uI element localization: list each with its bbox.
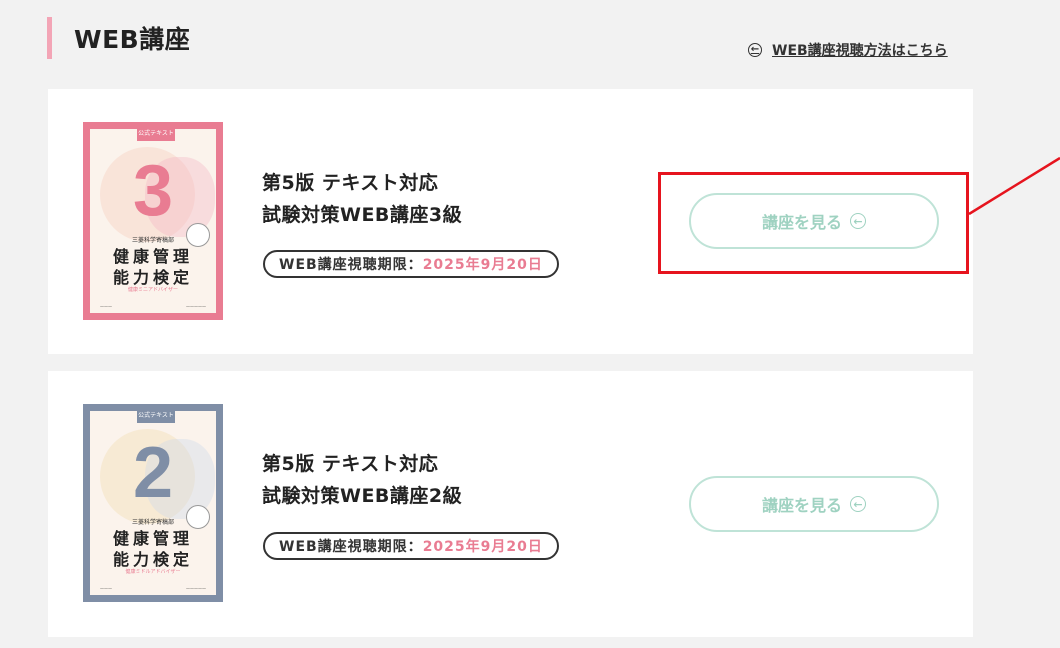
annotation-pointer-line <box>968 156 1060 216</box>
